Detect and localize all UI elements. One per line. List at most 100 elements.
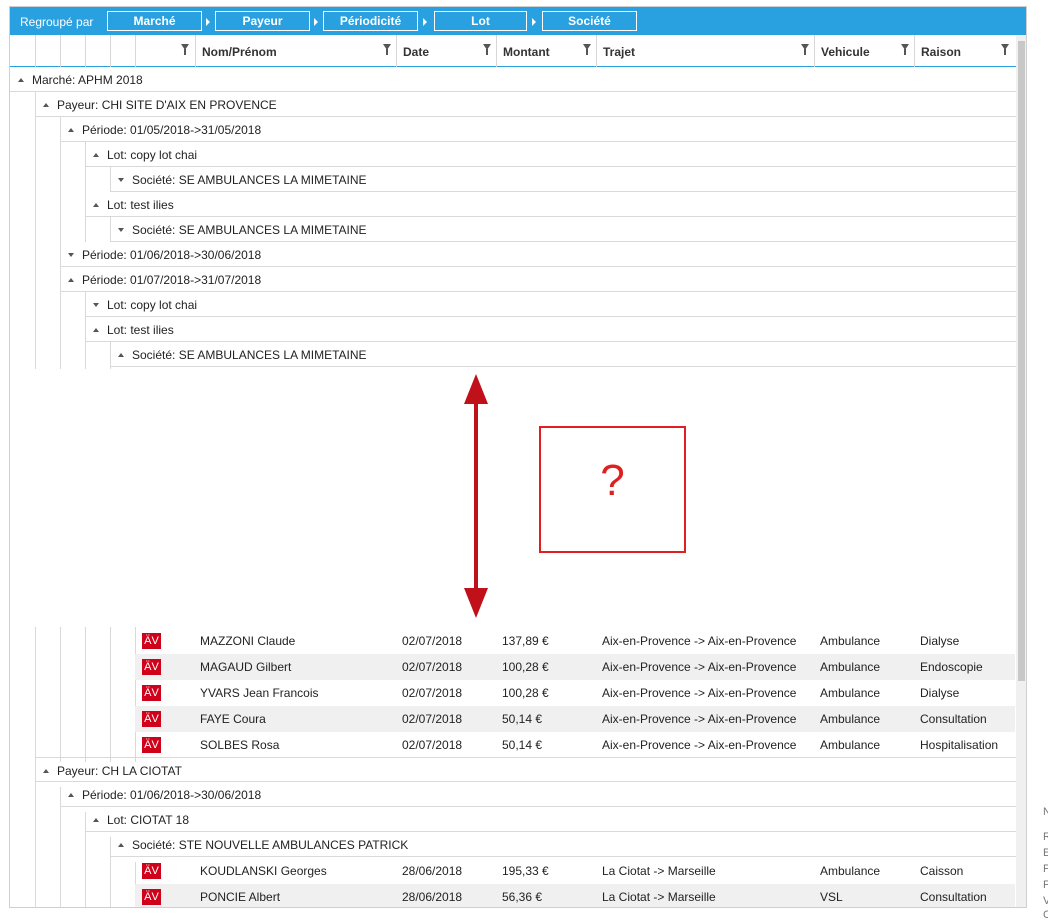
cell-vehicule: Ambulance	[820, 712, 881, 726]
cell-raison: Dialyse	[920, 634, 960, 648]
group-row-periode[interactable]: Période: 01/07/2018->31/07/2018	[60, 267, 1016, 292]
table-row[interactable]: ÄV KOUDLANSKI Georges 28/06/2018 195,33 …	[135, 858, 1015, 884]
sidebar-fragment: E	[1043, 847, 1048, 859]
group-chip-lot[interactable]: Lot	[434, 11, 527, 31]
group-chip-societe[interactable]: Société	[542, 11, 637, 31]
collapse-arrow-icon[interactable]	[68, 278, 74, 282]
column-header-nom[interactable]: Nom/Prénom	[195, 35, 396, 67]
av-badge[interactable]: ÄV	[142, 633, 161, 649]
cell-raison: Caisson	[920, 864, 964, 878]
collapse-arrow-icon[interactable]	[68, 793, 74, 797]
table-row[interactable]: ÄV MAZZONI Claude 02/07/2018 137,89 € Ai…	[135, 628, 1015, 654]
scrollbar-thumb[interactable]	[1018, 41, 1025, 681]
cell-vehicule: Ambulance	[820, 738, 881, 752]
av-badge[interactable]: ÄV	[142, 711, 161, 727]
group-row-marche[interactable]: Marché: APHM 2018	[10, 67, 1016, 92]
group-row-societe[interactable]: Société: STE NOUVELLE AMBULANCES PATRICK	[110, 832, 1016, 857]
cell-nom: FAYE Coura	[200, 712, 266, 726]
table-row[interactable]: ÄV YVARS Jean Francois 02/07/2018 100,28…	[135, 680, 1015, 706]
table-row[interactable]: ÄV SOLBES Rosa 02/07/2018 50,14 € Aix-en…	[135, 732, 1015, 758]
expand-arrow-icon[interactable]	[68, 253, 74, 257]
collapse-arrow-icon[interactable]	[68, 128, 74, 132]
group-row-periode[interactable]: Période: 01/05/2018->31/05/2018	[60, 117, 1016, 142]
indent-column-header	[35, 35, 60, 67]
filter-icon[interactable]	[901, 44, 909, 55]
collapse-arrow-icon[interactable]	[118, 843, 124, 847]
group-chip-payeur[interactable]: Payeur	[215, 11, 310, 31]
expand-arrow-icon[interactable]	[118, 228, 124, 232]
cell-trajet: Aix-en-Provence -> Aix-en-Provence	[602, 660, 797, 674]
collapse-arrow-icon[interactable]	[118, 353, 124, 357]
av-badge[interactable]: ÄV	[142, 685, 161, 701]
group-row-lot[interactable]: Lot: test ilies	[85, 192, 1016, 217]
table-row[interactable]: ÄV FAYE Coura 02/07/2018 50,14 € Aix-en-…	[135, 706, 1015, 732]
chevron-right-icon	[423, 18, 427, 26]
filter-icon[interactable]	[801, 44, 809, 55]
collapse-arrow-icon[interactable]	[43, 769, 49, 773]
cell-raison: Hospitalisation	[920, 738, 999, 752]
arrow-head-down	[464, 588, 488, 618]
av-badge[interactable]: ÄV	[142, 889, 161, 905]
column-header-montant[interactable]: Montant	[496, 35, 596, 67]
cell-nom: MAGAUD Gilbert	[200, 660, 292, 674]
group-row-payeur[interactable]: Payeur: CHI SITE D'AIX EN PROVENCE	[35, 92, 1016, 117]
cell-montant: 50,14 €	[502, 712, 543, 726]
column-header-vehicule[interactable]: Vehicule	[814, 35, 914, 67]
question-box: ?	[539, 426, 686, 553]
filter-icon[interactable]	[483, 44, 491, 55]
expand-arrow-icon[interactable]	[118, 178, 124, 182]
cell-montant: 195,33 €	[502, 864, 549, 878]
av-badge[interactable]: ÄV	[142, 659, 161, 675]
grid-view: Regroupé par Marché Payeur Périodicité L…	[9, 6, 1027, 908]
column-header-raison[interactable]: Raison	[914, 35, 1016, 67]
table-row[interactable]: ÄV MAGAUD Gilbert 02/07/2018 100,28 € Ai…	[135, 654, 1015, 680]
column-header-date[interactable]: Date	[396, 35, 496, 67]
group-chip-marche[interactable]: Marché	[107, 11, 202, 31]
badge-column-header[interactable]	[135, 35, 195, 67]
group-row-periode[interactable]: Période: 01/06/2018->30/06/2018	[60, 242, 1016, 267]
group-row-societe[interactable]: Société: SE AMBULANCES LA MIMETAINE	[110, 342, 1016, 367]
cell-nom: PONCIE Albert	[200, 890, 281, 904]
cell-date: 02/07/2018	[402, 738, 463, 752]
collapse-arrow-icon[interactable]	[93, 818, 99, 822]
group-row-payeur[interactable]: Payeur: CH LA CIOTAT	[35, 757, 1016, 782]
arrow-head-up	[464, 374, 488, 404]
cell-trajet: Aix-en-Provence -> Aix-en-Provence	[602, 712, 797, 726]
chevron-right-icon	[314, 18, 318, 26]
filter-icon[interactable]	[1001, 44, 1009, 55]
group-row-societe[interactable]: Société: SE AMBULANCES LA MIMETAINE	[110, 167, 1016, 192]
cell-trajet: La Ciotat -> Marseille	[602, 890, 716, 904]
collapse-arrow-icon[interactable]	[18, 78, 24, 82]
av-badge[interactable]: ÄV	[142, 737, 161, 753]
table-row[interactable]: ÄV PONCIE Albert 28/06/2018 56,36 € La C…	[135, 884, 1015, 907]
collapse-arrow-icon[interactable]	[93, 203, 99, 207]
group-row-periode[interactable]: Période: 01/06/2018->30/06/2018	[60, 782, 1016, 807]
column-header-trajet[interactable]: Trajet	[596, 35, 814, 67]
chevron-right-icon	[532, 18, 536, 26]
filter-icon[interactable]	[383, 44, 391, 55]
cell-trajet: Aix-en-Provence -> Aix-en-Provence	[602, 686, 797, 700]
collapse-arrow-icon[interactable]	[93, 328, 99, 332]
group-row-lot[interactable]: Lot: CIOTAT 18	[85, 807, 1016, 832]
group-chip-periodicite[interactable]: Périodicité	[323, 11, 418, 31]
group-by-panel: Regroupé par Marché Payeur Périodicité L…	[10, 7, 1026, 35]
collapse-arrow-icon[interactable]	[93, 153, 99, 157]
cell-date: 02/07/2018	[402, 660, 463, 674]
tree-guide-line	[110, 627, 111, 762]
cell-vehicule: VSL	[820, 890, 843, 904]
collapse-arrow-icon[interactable]	[43, 103, 49, 107]
cell-vehicule: Ambulance	[820, 864, 881, 878]
group-row-societe[interactable]: Société: SE AMBULANCES LA MIMETAINE	[110, 217, 1016, 242]
cell-date: 28/06/2018	[402, 890, 463, 904]
group-row-lot[interactable]: Lot: test ilies	[85, 317, 1016, 342]
filter-icon[interactable]	[583, 44, 591, 55]
vertical-scrollbar[interactable]	[1016, 35, 1026, 907]
chevron-right-icon	[206, 18, 210, 26]
cell-raison: Dialyse	[920, 686, 960, 700]
expand-arrow-icon[interactable]	[93, 303, 99, 307]
filter-icon[interactable]	[181, 44, 189, 55]
group-row-lot[interactable]: Lot: copy lot chai	[85, 292, 1016, 317]
cell-raison: Consultation	[920, 890, 987, 904]
av-badge[interactable]: ÄV	[142, 863, 161, 879]
group-row-lot[interactable]: Lot: copy lot chai	[85, 142, 1016, 167]
